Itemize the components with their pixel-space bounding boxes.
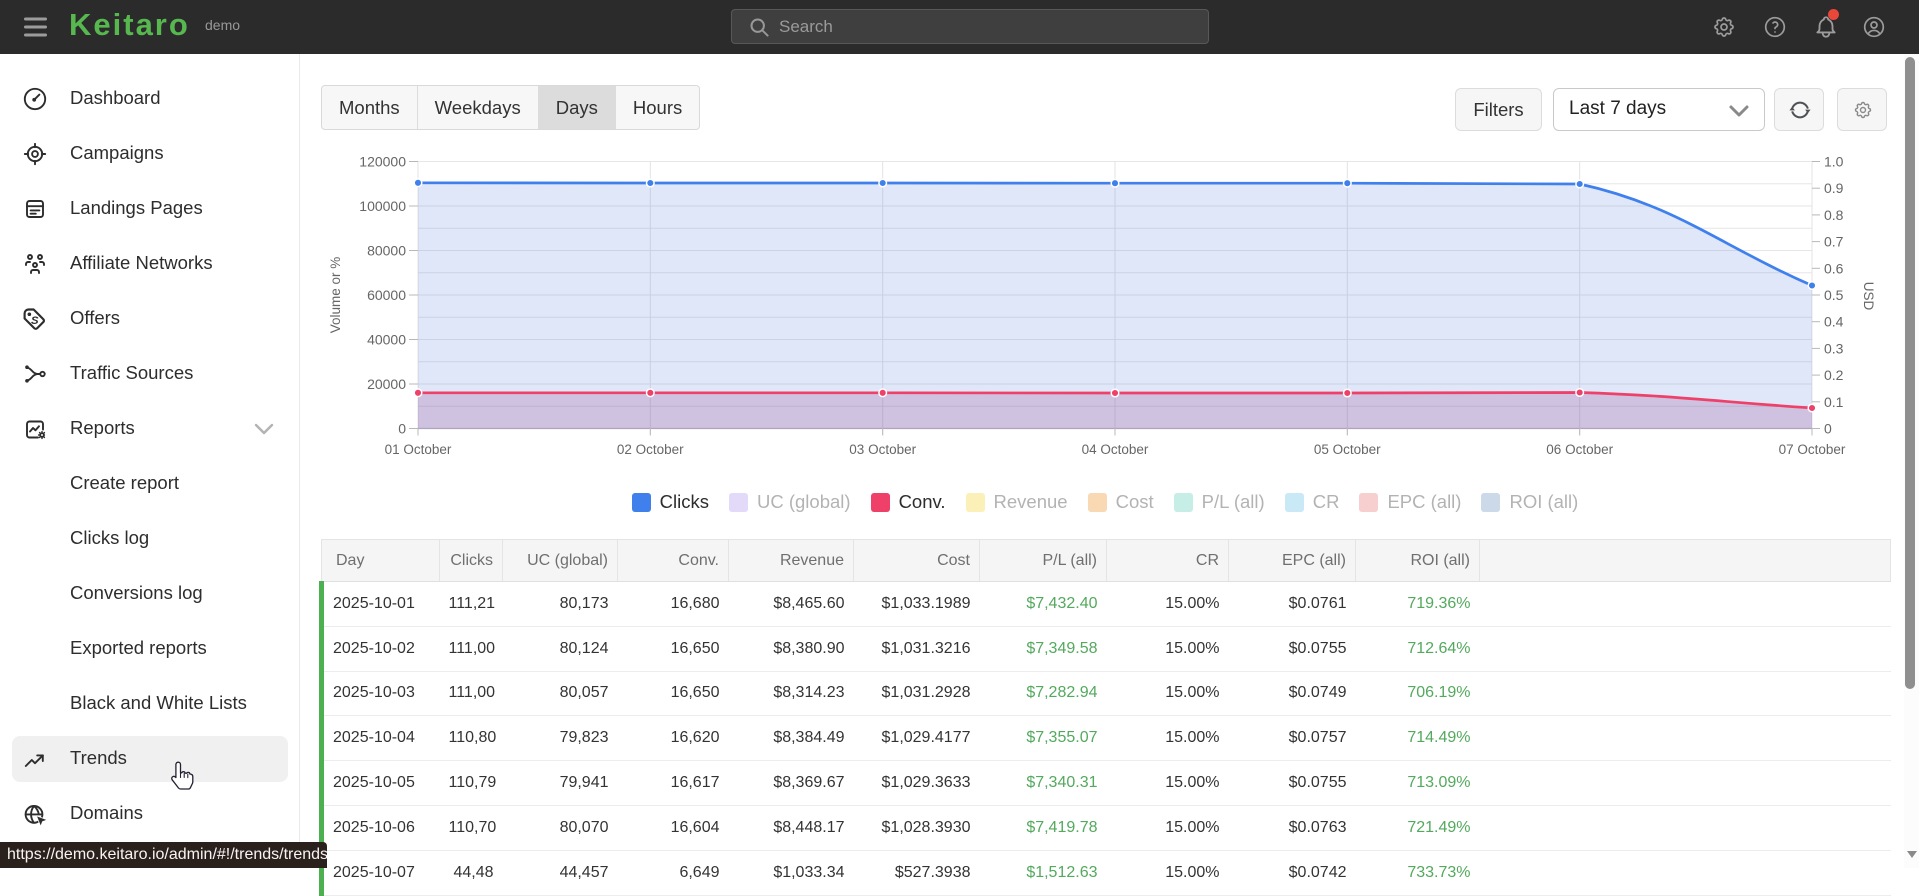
svg-text:100000: 100000: [359, 198, 406, 214]
svg-text:0: 0: [1824, 421, 1832, 437]
svg-text:0.5: 0.5: [1824, 287, 1844, 303]
svg-text:04 October: 04 October: [1082, 442, 1149, 457]
svg-text:0: 0: [398, 421, 406, 437]
svg-text:0.9: 0.9: [1824, 180, 1844, 196]
svg-text:07 October: 07 October: [1779, 442, 1846, 457]
svg-text:0.6: 0.6: [1824, 260, 1844, 276]
svg-text:120000: 120000: [359, 154, 406, 170]
svg-text:40000: 40000: [367, 332, 406, 348]
svg-text:0.3: 0.3: [1824, 340, 1844, 356]
svg-text:20000: 20000: [367, 376, 406, 392]
svg-text:02 October: 02 October: [617, 442, 684, 457]
svg-text:03 October: 03 October: [849, 442, 916, 457]
svg-text:0.7: 0.7: [1824, 234, 1844, 250]
svg-text:1.0: 1.0: [1824, 154, 1844, 170]
svg-text:60000: 60000: [367, 287, 406, 303]
svg-text:06 October: 06 October: [1546, 442, 1613, 457]
svg-text:05 October: 05 October: [1314, 442, 1381, 457]
svg-text:Volume or %: Volume or %: [328, 257, 343, 334]
svg-text:0.2: 0.2: [1824, 367, 1844, 383]
svg-text:S: S: [31, 315, 39, 327]
svg-text:0.4: 0.4: [1824, 314, 1844, 330]
svg-text:0.8: 0.8: [1824, 207, 1844, 223]
svg-text:USD: USD: [1861, 282, 1876, 311]
svg-text:0.1: 0.1: [1824, 394, 1844, 410]
svg-text:80000: 80000: [367, 243, 406, 259]
svg-text:01 October: 01 October: [385, 442, 452, 457]
